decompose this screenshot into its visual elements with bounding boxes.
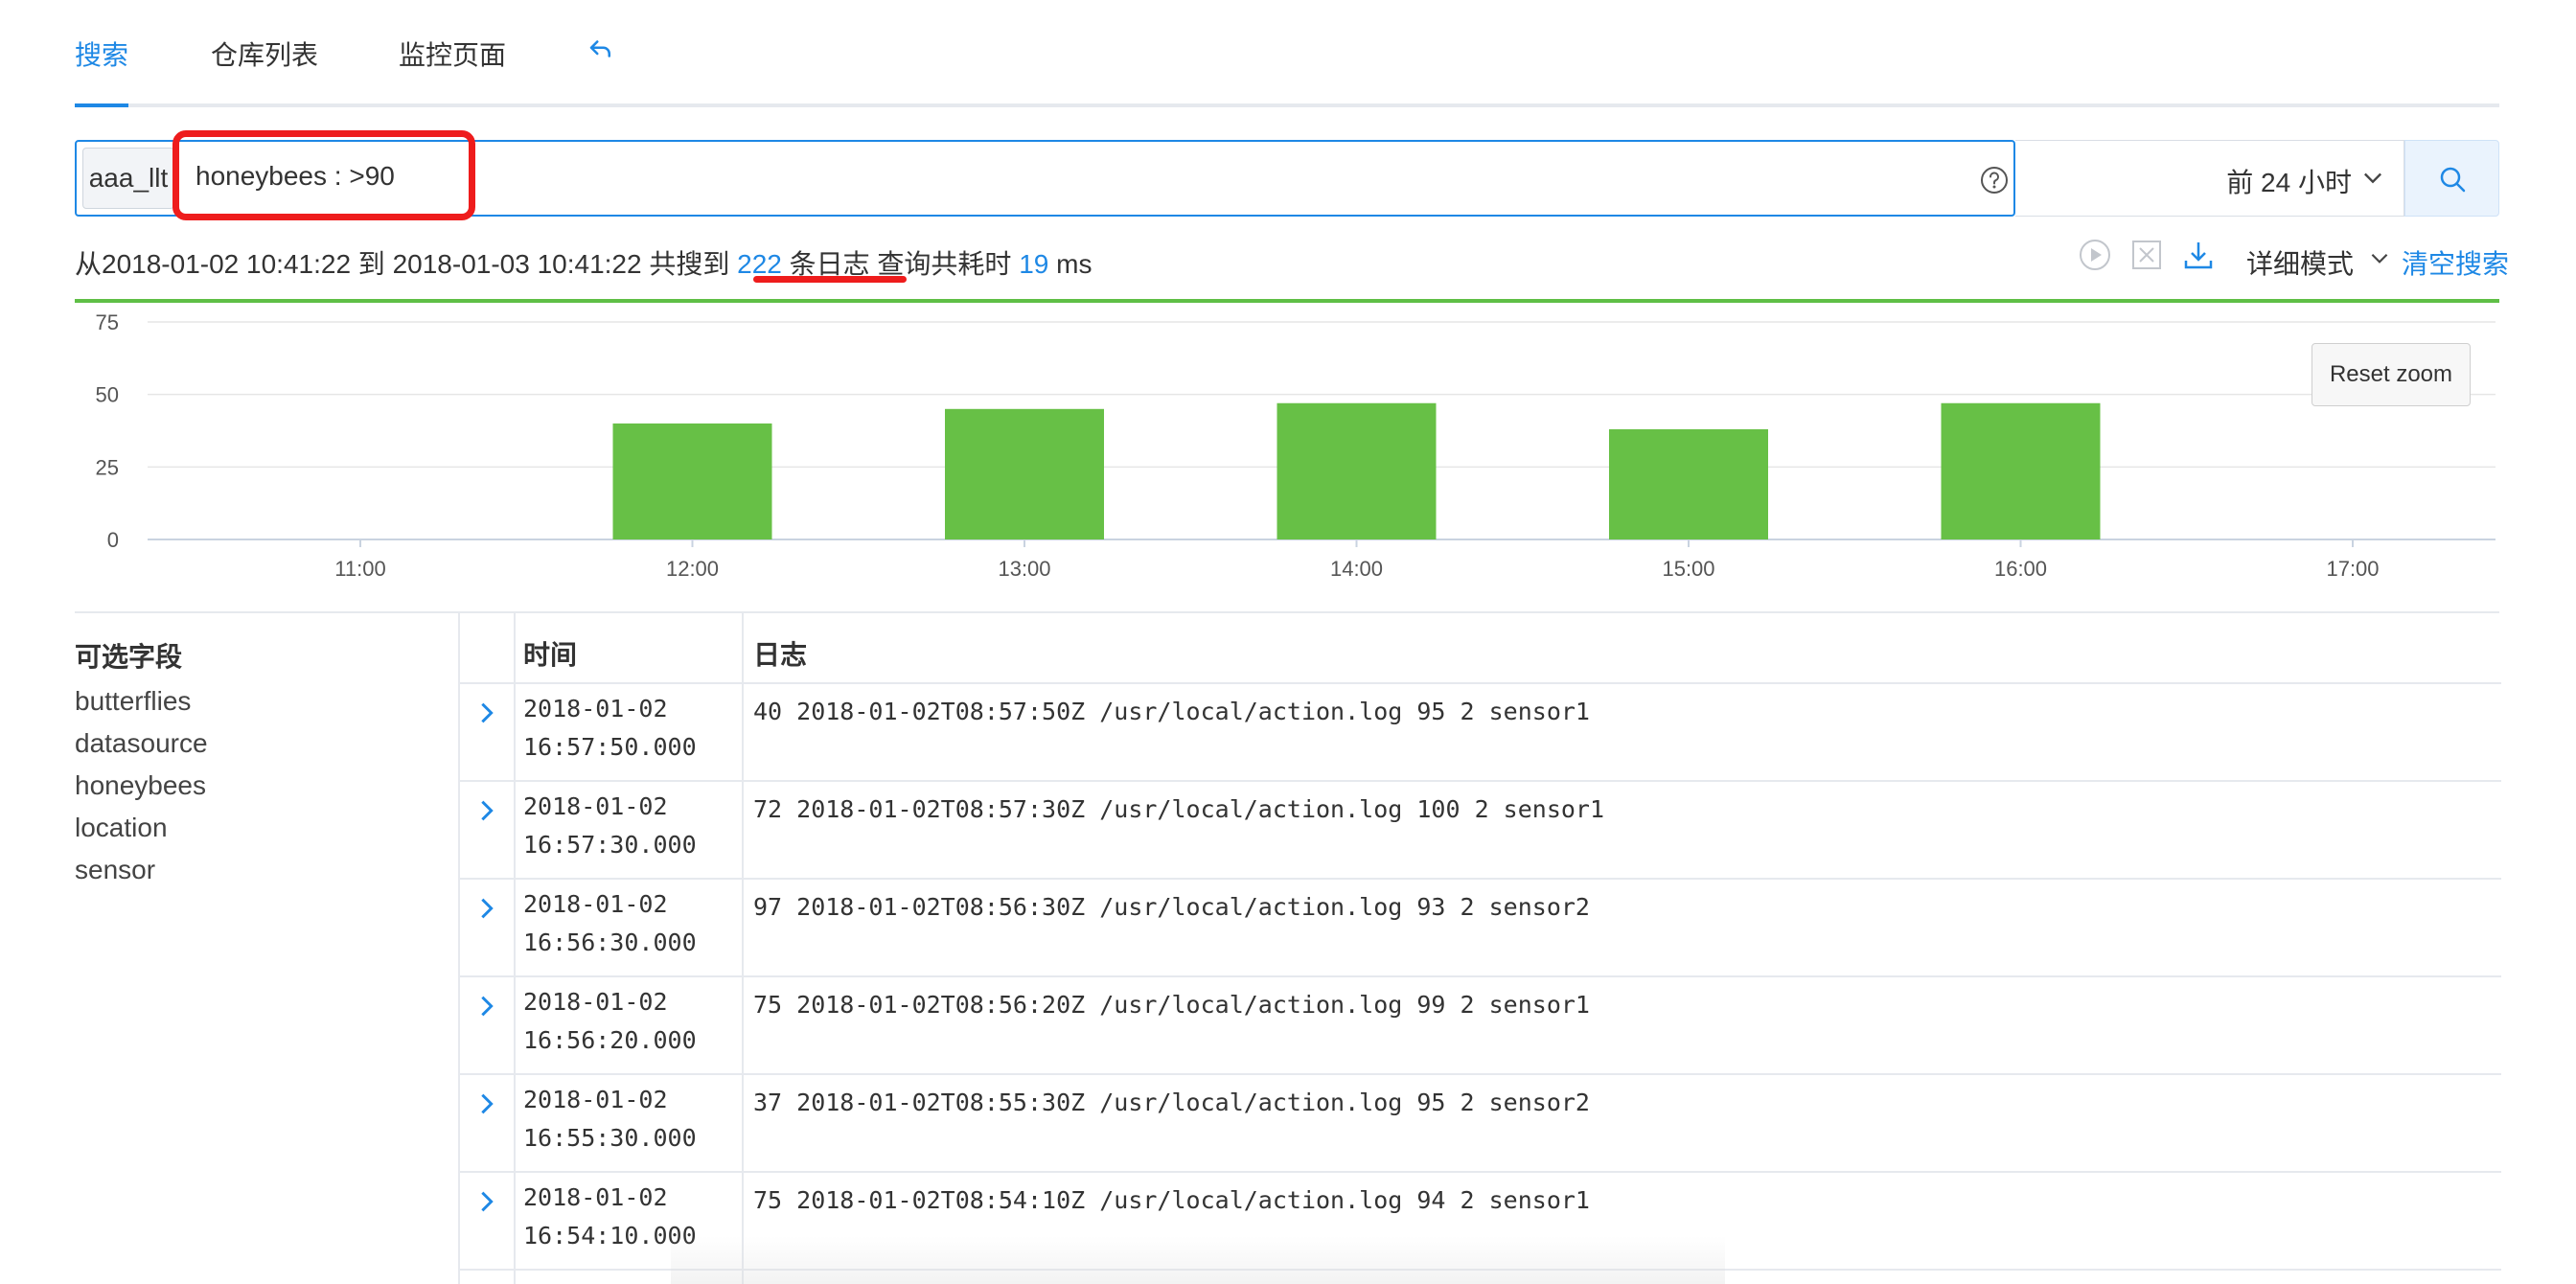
repo-tag[interactable]: aaa_llt (82, 148, 174, 209)
undo-icon[interactable] (586, 34, 615, 71)
search-button[interactable] (2404, 140, 2499, 217)
chevron-right-icon[interactable] (473, 699, 500, 726)
summary-unit: 条日志 (781, 249, 870, 279)
column-divider (514, 613, 516, 1284)
row-divider (460, 1073, 2501, 1075)
help-icon[interactable] (1979, 165, 2010, 195)
close-box-icon[interactable] (2129, 238, 2164, 272)
bar (1276, 402, 1437, 539)
bar (945, 408, 1104, 539)
search-icon (2440, 167, 2466, 193)
summary-cost-unit: ms (1048, 249, 1092, 279)
active-tab-indicator (75, 103, 128, 107)
row-log: 75 2018-01-02T08:54:10Z /usr/local/actio… (753, 1186, 1590, 1214)
row-log: 97 2018-01-02T08:56:30Z /usr/local/actio… (753, 893, 1590, 921)
y-tick-label: 0 (107, 528, 119, 552)
row-time: 2018-01-02 16:56:20.000 (523, 988, 697, 1054)
reset-zoom-button[interactable]: Reset zoom (2312, 343, 2471, 406)
chevron-down-icon (2364, 172, 2381, 184)
column-header-time[interactable]: 时间 (523, 634, 577, 673)
play-icon[interactable] (2078, 238, 2112, 272)
chevron-right-icon[interactable] (473, 895, 500, 922)
histogram-chart[interactable]: 0 25 50 75 11:00 12:00 13:00 14:00 15:00 16:00 17:… (75, 303, 2499, 590)
row-divider (460, 1171, 2501, 1173)
row-time: 2018-01-02 16:54:10.000 (523, 1183, 697, 1250)
field-item[interactable]: sensor (75, 855, 155, 885)
x-tick-label: 16:00 (1994, 557, 2047, 581)
field-list-title: 可选字段 (75, 642, 183, 672)
x-tick-label: 11:00 (334, 557, 385, 581)
search-bar: aaa_llt honeybees : >90 前 24 小时 (75, 140, 2499, 217)
bar (612, 423, 772, 539)
row-time: 2018-01-02 16:56:30.000 (523, 890, 697, 956)
summary-start-time: 2018-01-02 10:41:22 (102, 249, 352, 279)
summary-prefix: 从 (75, 249, 103, 279)
x-tick-label: 15:00 (1662, 557, 1714, 581)
tab-search[interactable]: 搜索 (75, 34, 128, 73)
column-header-log[interactable]: 日志 (753, 634, 807, 673)
detail-mode-select[interactable]: 详细模式 (2246, 243, 2354, 282)
query-cost: 19 (1019, 249, 1049, 279)
bar (1941, 402, 2101, 539)
x-tick-label: 17:00 (2326, 557, 2379, 581)
y-tick-label: 50 (96, 383, 119, 407)
row-time: 2018-01-02 16:55:30.000 (523, 1086, 697, 1152)
row-log: 72 2018-01-02T08:57:30Z /usr/local/actio… (753, 795, 1605, 823)
row-log: 40 2018-01-02T08:57:50Z /usr/local/actio… (753, 698, 1590, 725)
summary-cost-label: 查询共耗时 (869, 249, 1020, 279)
row-log: 37 2018-01-02T08:55:30Z /usr/local/actio… (753, 1089, 1590, 1116)
y-tick-label: 75 (96, 310, 119, 334)
chevron-right-icon[interactable] (473, 797, 500, 824)
chevron-right-icon[interactable] (473, 1188, 500, 1215)
row-time: 2018-01-02 16:57:50.000 (523, 695, 697, 761)
row-divider (460, 878, 2501, 880)
row-divider (460, 780, 2501, 782)
x-tick-label: 13:00 (998, 557, 1050, 581)
column-divider (742, 613, 744, 1284)
field-item[interactable]: honeybees (75, 770, 206, 801)
log-table: 时间 日志 2018-01-02 16:57:50.000 40 2018-01-… (458, 613, 2501, 1284)
chevron-right-icon[interactable] (473, 993, 500, 1020)
results-area: 可选字段 butterflies datasource honeybees lo… (75, 611, 2501, 1284)
summary-to: 到 (351, 249, 393, 279)
search-input[interactable]: honeybees : >90 (196, 161, 395, 192)
row-log: 75 2018-01-02T08:56:20Z /usr/local/actio… (753, 991, 1590, 1019)
search-summary: 从2018-01-02 10:41:22 到 2018-01-03 10:41:… (75, 243, 1092, 282)
header-divider (460, 682, 2501, 684)
chevron-down-icon[interactable] (2367, 245, 2392, 270)
x-tick-label: 14:00 (1330, 557, 1383, 581)
y-tick-label: 25 (96, 455, 119, 479)
result-count: 222 (737, 249, 782, 279)
chevron-right-icon[interactable] (473, 1090, 500, 1117)
time-range-select[interactable]: 前 24 小时 (2015, 140, 2404, 217)
field-item[interactable]: location (75, 813, 168, 843)
field-item[interactable]: datasource (75, 728, 208, 759)
download-icon[interactable] (2181, 238, 2216, 272)
search-input-frame: aaa_llt honeybees : >90 (75, 140, 2015, 217)
row-divider (460, 975, 2501, 977)
summary-found: 共搜到 (641, 249, 738, 279)
row-time: 2018-01-02 16:57:30.000 (523, 792, 697, 859)
row-divider (460, 1269, 2501, 1271)
tab-monitor[interactable]: 监控页面 (399, 34, 506, 73)
nav-tabs: 搜索 仓库列表 监控页面 (75, 0, 2499, 107)
summary-end-time: 2018-01-03 10:41:22 (392, 249, 642, 279)
x-tick-label: 12:00 (666, 557, 719, 581)
tab-repo-list[interactable]: 仓库列表 (211, 34, 318, 73)
bar (1609, 428, 1768, 539)
clear-search-link[interactable]: 清空搜索 (2402, 243, 2509, 282)
field-item[interactable]: butterflies (75, 686, 191, 717)
time-range-label: 前 24 小时 (2226, 168, 2352, 197)
